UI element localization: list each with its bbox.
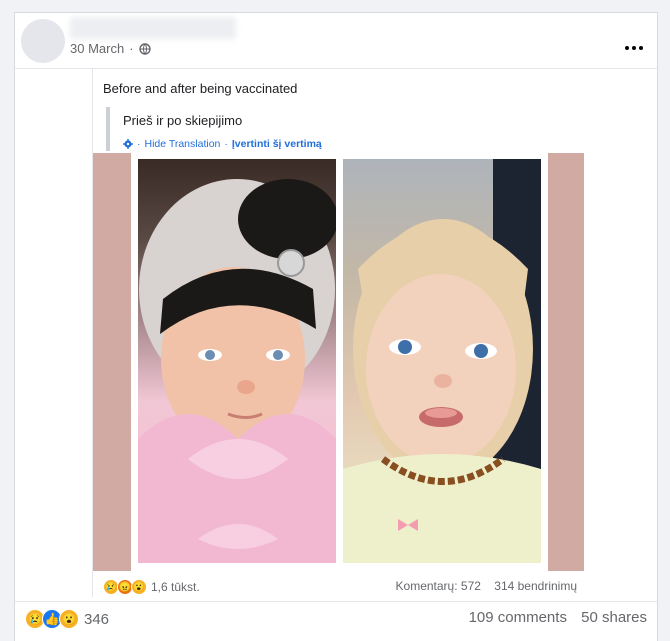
- rate-translation-link[interactable]: Įvertinti šį vertimą: [232, 138, 322, 150]
- photo-before: [138, 159, 336, 563]
- gear-icon: [123, 139, 133, 149]
- hide-translation-link[interactable]: Hide Translation: [145, 138, 221, 150]
- avatar[interactable]: [21, 19, 65, 63]
- shared-shares-link[interactable]: 314 bendrinimų: [494, 579, 577, 593]
- shared-engagement: Komentarų: 572 314 bendrinimų: [386, 579, 577, 593]
- author-name-blurred[interactable]: [70, 17, 236, 39]
- shared-post: Before and after being vaccinated Prieš …: [92, 69, 658, 597]
- separator-dot: ·: [224, 138, 228, 150]
- comments-link[interactable]: 109 comments: [469, 609, 567, 626]
- reaction-count[interactable]: 346: [84, 611, 109, 628]
- wow-reaction-icon: 😮: [131, 579, 147, 595]
- post-stats: 😢 👍 😮 346 109 comments 50 shares: [15, 605, 657, 635]
- separator-dot: ·: [137, 138, 141, 150]
- meta-dot: ·: [129, 41, 134, 56]
- post-date[interactable]: 30 March: [70, 41, 124, 56]
- shared-reactions[interactable]: 😢 😠 😮 1,6 tūkst.: [103, 579, 200, 595]
- baby-after-illustration: [343, 159, 541, 563]
- post-meta: 30 March ·: [70, 41, 151, 56]
- divider: [15, 601, 657, 602]
- translation-controls: · Hide Translation · Įvertinti šį vertim…: [123, 138, 322, 150]
- shares-link[interactable]: 50 shares: [581, 609, 647, 626]
- translation-quote: Prieš ir po skiepijimo · Hide Translatio…: [106, 107, 322, 151]
- photo-after: [343, 159, 541, 563]
- post-caption: Before and after being vaccinated: [103, 81, 298, 96]
- reactions[interactable]: 😢 👍 😮 346: [25, 609, 109, 629]
- shared-post-stats: 😢 😠 😮 1,6 tūkst. Komentarų: 572 314 bend…: [93, 579, 584, 599]
- original-text: Prieš ir po skiepijimo: [123, 113, 243, 128]
- shared-reaction-count[interactable]: 1,6 tūkst.: [151, 580, 200, 594]
- wow-reaction-icon: 😮: [59, 609, 79, 629]
- globe-icon: [138, 42, 151, 55]
- post-card: 30 March · Before and after being vaccin…: [14, 12, 658, 641]
- baby-before-illustration: [138, 179, 336, 563]
- shared-comments-link[interactable]: Komentarų: 572: [396, 579, 481, 593]
- more-options-icon[interactable]: [623, 37, 647, 50]
- post-image[interactable]: [93, 153, 584, 571]
- engagement: 109 comments 50 shares: [459, 609, 647, 626]
